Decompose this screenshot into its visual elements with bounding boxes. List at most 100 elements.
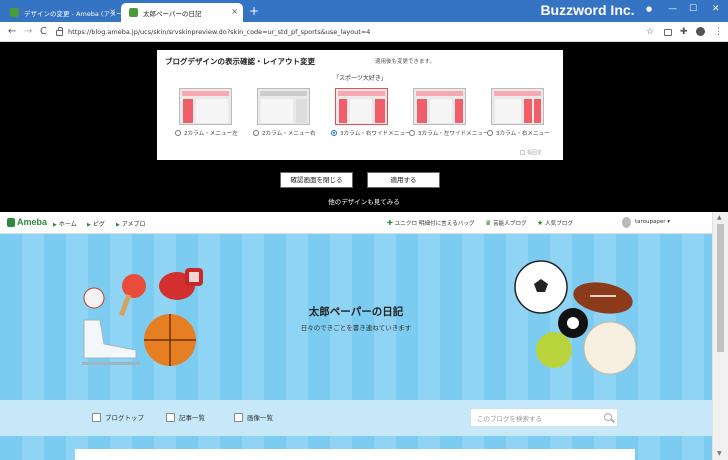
browser-menu-icon[interactable]: ⋮: [714, 26, 723, 38]
thumb-sidebar: [417, 99, 427, 123]
thumb-header: [260, 91, 307, 96]
blog-search-input[interactable]: このブログを検索する: [470, 408, 618, 427]
dialog-note: 適用後も変更できます。: [375, 59, 435, 65]
profile-dot-icon[interactable]: ●: [646, 3, 652, 15]
radio-circle-icon[interactable]: [175, 130, 181, 136]
fixed-width-label: 幅固定: [527, 150, 543, 156]
layout-option-2col-left[interactable]: 2カラム・メニュー左: [175, 88, 247, 137]
browser-tab-design-change[interactable]: デザインの変更 - Ameba (アメーバ) ×: [2, 3, 121, 22]
thumb-sidebar: [534, 99, 541, 123]
layout-thumbnail[interactable]: [413, 88, 466, 125]
nav-ameblo[interactable]: ▶ アメブロ: [116, 219, 146, 228]
nav-home[interactable]: ▶ ホーム: [53, 219, 77, 228]
thumb-sidebar: [339, 99, 347, 123]
brand-watermark: Buzzword Inc.: [540, 2, 635, 18]
radio-circle-icon[interactable]: [487, 130, 493, 136]
menu-article-list[interactable]: 記事一覧: [166, 412, 205, 422]
thumb-header: [494, 91, 541, 96]
menu-image-list[interactable]: 画像一覧: [234, 412, 273, 422]
thumb-sidebar: [375, 99, 385, 123]
bookmark-star-icon[interactable]: ☆: [646, 26, 654, 38]
close-preview-button[interactable]: 確認画面を閉じる: [280, 172, 353, 188]
username: taroupaper: [635, 219, 666, 225]
browser-toolbar: ← → C https://blog.ameba.jp/ucs/skin/srv…: [0, 22, 728, 42]
search-icon[interactable]: [604, 413, 612, 421]
url-text: https://blog.ameba.jp/ucs/skin/srvskinpr…: [68, 28, 371, 36]
profile-avatar-icon[interactable]: [696, 27, 705, 36]
boxing-glove-icon: [159, 268, 203, 300]
thumb-sidebar: [524, 99, 532, 123]
layout-option-2col-right[interactable]: 2カラム・メニュー右: [253, 88, 325, 137]
layout-radio[interactable]: 3カラム・右メニュー: [487, 129, 550, 137]
extensions-icon[interactable]: ✚: [680, 26, 688, 38]
thumb-sidebar: [296, 99, 307, 123]
layout-thumbnail[interactable]: [335, 88, 388, 125]
uniqlo-ad-link[interactable]: ✚ ユニクロ 明細付に言えるバッグ: [387, 219, 475, 227]
thumb-main: [495, 99, 521, 123]
minimize-button[interactable]: —: [668, 3, 677, 15]
reload-button[interactable]: C: [40, 26, 47, 38]
browser-tab-blog-diary[interactable]: 太郎ペーパーの日記 ×: [121, 3, 243, 22]
nav-arrow-icon: ▶: [87, 222, 91, 228]
link-label: 人気ブログ: [545, 221, 574, 227]
tab-close-icon[interactable]: ×: [109, 6, 116, 17]
radio-circle-icon[interactable]: [409, 130, 415, 136]
close-window-button[interactable]: ✕: [712, 3, 720, 15]
layout-label: 3カラム・右ワイドメニュー: [340, 131, 411, 137]
forward-button[interactable]: →: [24, 26, 32, 38]
layout-label: 3カラム・右メニュー: [496, 131, 550, 137]
maximize-button[interactable]: ☐: [689, 3, 697, 15]
nav-label: ホーム: [58, 221, 77, 228]
fixed-width-checkbox[interactable]: 幅固定: [520, 149, 542, 156]
layout-thumbnail[interactable]: [491, 88, 544, 125]
logo-text: Ameba: [17, 217, 48, 227]
layout-radio[interactable]: 3カラム・左ワイドメニュー: [409, 129, 489, 137]
layout-radio[interactable]: 2カラム・メニュー左: [175, 129, 238, 137]
layout-dialog: ブログデザインの表示確認・レイアウト変更 適用後も変更できます。 「スポーツ大好…: [157, 50, 563, 160]
user-avatar[interactable]: [622, 217, 631, 228]
layout-radio[interactable]: 2カラム・メニュー右: [253, 129, 316, 137]
other-designs-link[interactable]: 他のデザインも見てみる: [0, 196, 728, 206]
ameba-logo[interactable]: Ameba: [7, 217, 47, 227]
page-scrollbar[interactable]: ▲ ▼: [712, 212, 728, 460]
thumb-sidebar: [455, 99, 463, 123]
ameba-favicon-icon: [10, 8, 19, 17]
menu-blog-top[interactable]: ブログトップ: [92, 412, 144, 422]
scroll-down-icon[interactable]: ▼: [717, 450, 722, 457]
dialog-title: ブログデザインの表示確認・レイアウト変更: [165, 57, 315, 66]
radio-selected-icon[interactable]: [331, 130, 337, 136]
blog-top-icon: [92, 412, 101, 422]
celebrity-blog-link[interactable]: ♛ 芸能人ブログ: [485, 219, 527, 227]
scrollbar-thumb[interactable]: [717, 224, 724, 352]
layout-thumbnail[interactable]: [257, 88, 310, 125]
layout-label: 2カラム・メニュー左: [184, 131, 238, 137]
layout-option-3col-right-wide[interactable]: 3カラム・右ワイドメニュー: [331, 88, 411, 137]
nav-label: ピグ: [92, 221, 105, 228]
nav-pigg[interactable]: ▶ ピグ: [87, 219, 105, 228]
popular-blog-link[interactable]: ★ 人気ブログ: [537, 219, 573, 227]
cast-icon[interactable]: [664, 29, 672, 36]
radio-circle-icon[interactable]: [253, 130, 259, 136]
apply-design-button[interactable]: 適用する: [367, 172, 440, 188]
layout-option-3col-left-wide[interactable]: 3カラム・左ワイドメニュー: [409, 88, 489, 137]
back-button[interactable]: ←: [8, 26, 16, 38]
layout-option-3col-right[interactable]: 3カラム・右メニュー: [487, 88, 559, 137]
user-menu[interactable]: taroupaper ▾: [635, 219, 670, 225]
layout-thumbnail[interactable]: [179, 88, 232, 125]
tab-title: 太郎ペーパーの日記: [143, 9, 202, 18]
layout-radio[interactable]: 3カラム・右ワイドメニュー: [331, 129, 411, 137]
new-tab-button[interactable]: +: [249, 5, 259, 17]
blog-title[interactable]: 太郎ペーパーの日記: [0, 304, 712, 319]
menu-label: 画像一覧: [247, 414, 273, 422]
lock-icon: [56, 27, 63, 36]
browser-tab-strip: デザインの変更 - Ameba (アメーバ) × 太郎ペーパーの日記 × + B…: [0, 0, 728, 22]
scroll-up-icon[interactable]: ▲: [717, 214, 722, 221]
content-card: [75, 449, 635, 460]
nav-arrow-icon: ▶: [53, 222, 57, 228]
checkbox-icon[interactable]: [520, 150, 525, 155]
thumb-main: [430, 99, 452, 123]
address-bar[interactable]: https://blog.ameba.jp/ucs/skin/srvskinpr…: [56, 25, 663, 39]
tab-close-icon[interactable]: ×: [231, 6, 238, 17]
image-list-icon: [234, 412, 243, 422]
nav-label: アメブロ: [121, 221, 146, 228]
